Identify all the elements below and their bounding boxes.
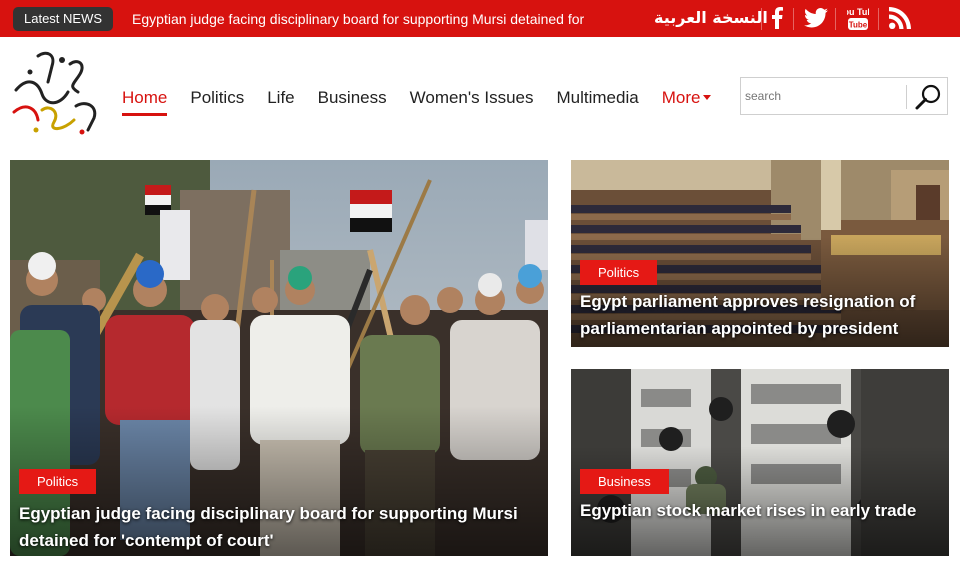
category-tag[interactable]: Business bbox=[580, 469, 669, 494]
nav-item-multimedia[interactable]: Multimedia bbox=[557, 88, 639, 116]
main-nav: Home Politics Life Business Women's Issu… bbox=[122, 88, 734, 116]
nav-item-more[interactable]: More bbox=[662, 88, 712, 116]
nav-item-politics[interactable]: Politics bbox=[190, 88, 244, 116]
arabic-version-link[interactable]: النسخة العربية bbox=[654, 8, 768, 27]
svg-text:Tube: Tube bbox=[849, 21, 868, 30]
featured-story-card[interactable]: Politics Egyptian judge facing disciplin… bbox=[10, 160, 548, 556]
search-box bbox=[740, 77, 948, 115]
story-headline[interactable]: Egyptian stock market rises in early tra… bbox=[580, 497, 945, 524]
nav-more-label: More bbox=[661, 88, 701, 107]
divider bbox=[761, 8, 762, 30]
youtube-icon[interactable]: You Tube Tube bbox=[844, 5, 872, 31]
story-card-parliament[interactable]: Politics Egypt parliament approves resig… bbox=[571, 160, 949, 347]
latest-news-badge: Latest NEWS bbox=[13, 6, 114, 31]
nav-item-home[interactable]: Home bbox=[122, 88, 168, 116]
search-icon bbox=[915, 84, 941, 110]
story-card-stock-market[interactable]: Business Egyptian stock market rises in … bbox=[571, 369, 949, 556]
divider bbox=[878, 8, 879, 30]
rss-icon[interactable] bbox=[886, 5, 914, 31]
twitter-icon[interactable] bbox=[802, 5, 830, 31]
nav-item-womens-issues[interactable]: Women's Issues bbox=[410, 88, 534, 116]
youtube-you-text: You Tube bbox=[847, 7, 869, 17]
news-ticker[interactable]: Egyptian judge facing disciplinary board… bbox=[132, 11, 602, 27]
search-input[interactable] bbox=[745, 87, 900, 105]
category-tag[interactable]: Politics bbox=[580, 260, 658, 285]
divider bbox=[793, 8, 794, 30]
facebook-icon[interactable] bbox=[768, 5, 786, 31]
story-headline[interactable]: Egypt parliament approves resignation of… bbox=[580, 288, 945, 342]
story-headline[interactable]: Egyptian judge facing disciplinary board… bbox=[19, 500, 544, 554]
category-tag[interactable]: Politics bbox=[19, 469, 97, 494]
nav-item-life[interactable]: Life bbox=[267, 88, 294, 116]
nav-item-business[interactable]: Business bbox=[318, 88, 387, 116]
site-logo[interactable] bbox=[8, 46, 106, 138]
chevron-down-icon bbox=[703, 95, 712, 100]
divider bbox=[835, 8, 836, 30]
divider bbox=[906, 85, 907, 109]
search-button[interactable] bbox=[913, 83, 943, 111]
